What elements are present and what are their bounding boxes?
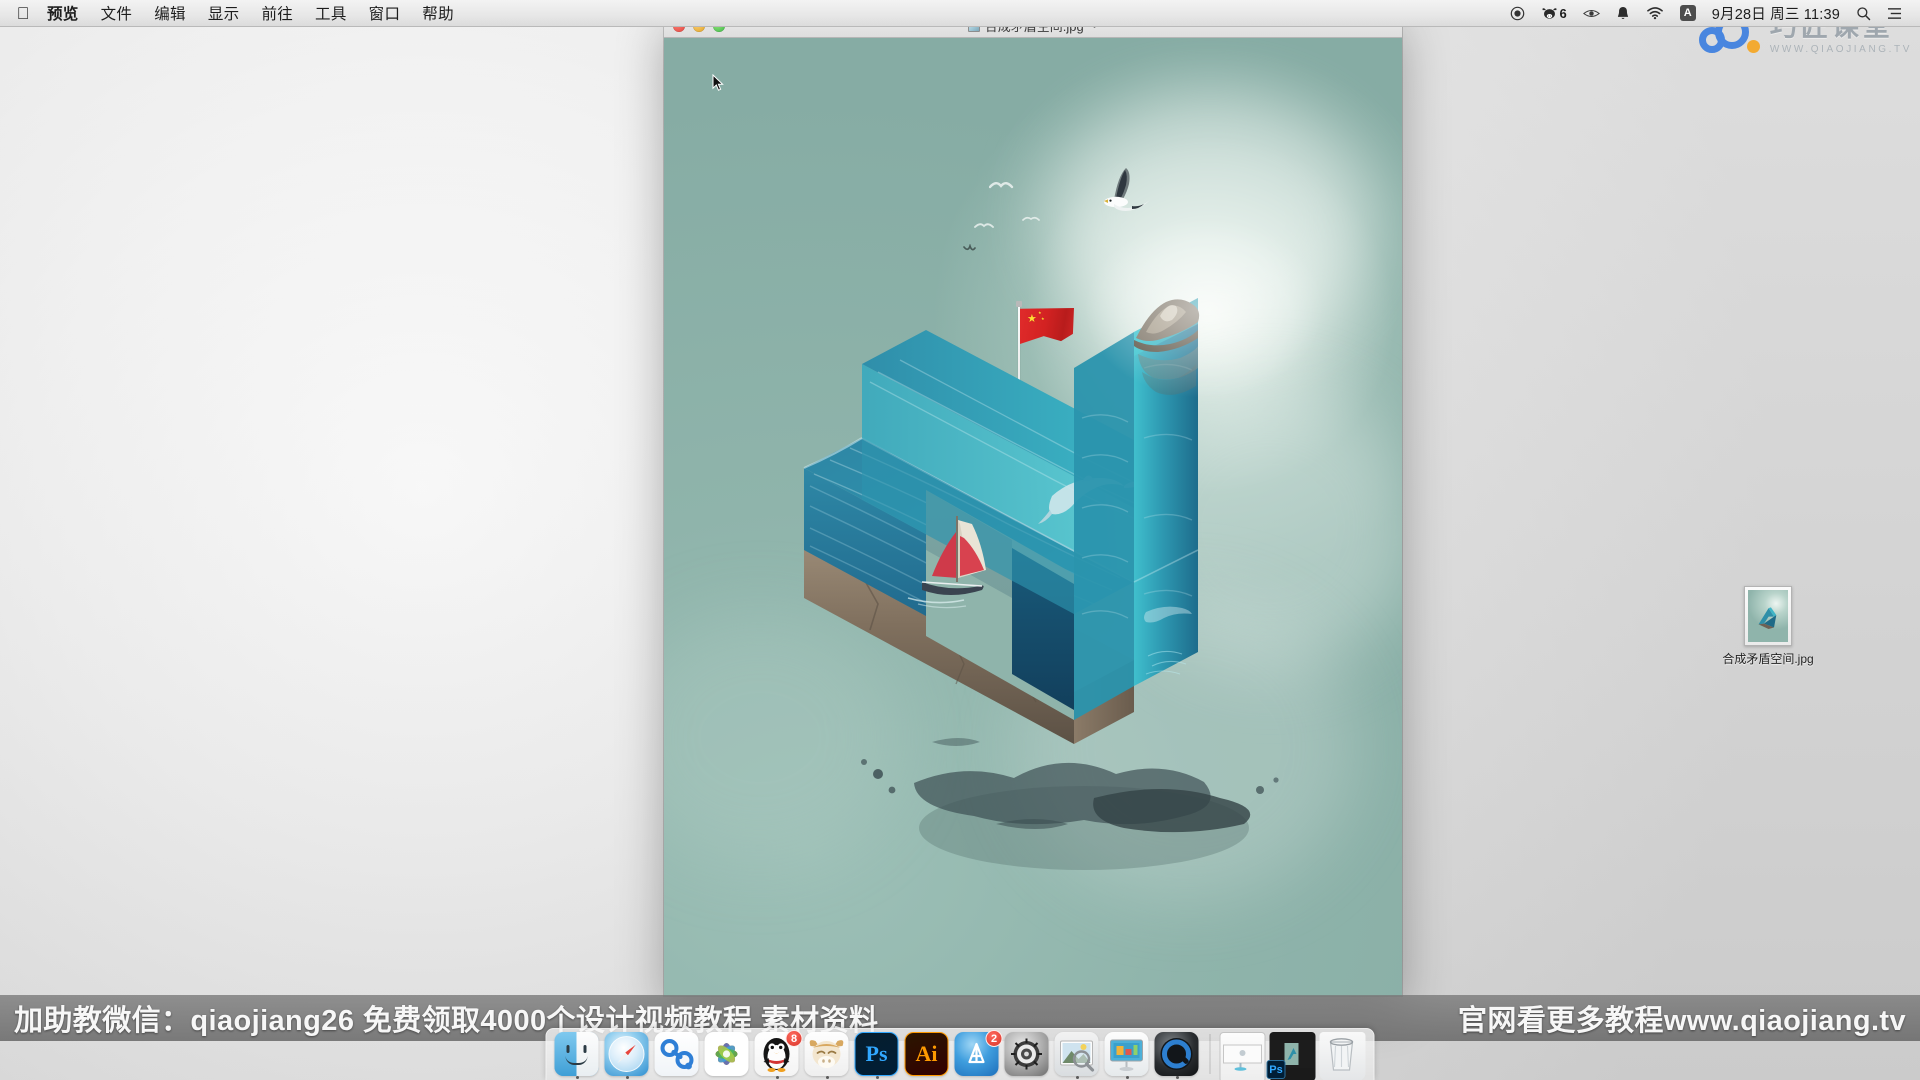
cow-badge-count: 6 [1559,5,1567,21]
running-indicator [576,1076,579,1079]
app-store-badge: 2 [985,1030,1003,1047]
keynote-icon [1104,1032,1149,1076]
dock-item-safari[interactable] [604,1032,651,1079]
running-indicator [626,1076,629,1079]
file-thumbnail [1748,590,1788,642]
menu-bar-left:  预览 文件 编辑 显示 前往 工具 窗口 帮助 [0,0,465,26]
menu-item-go[interactable]: 前往 [250,0,304,26]
menu-item-edit[interactable]: 编辑 [143,0,197,26]
notification-center-icon[interactable] [1879,0,1910,26]
menu-item-window[interactable]: 窗口 [358,0,412,26]
wifi-icon[interactable] [1638,0,1672,26]
running-indicator [1176,1076,1179,1079]
menu-item-tools[interactable]: 工具 [304,0,358,26]
cow-icon[interactable]: 6 [1533,0,1575,26]
dock-item-system-preferences[interactable] [1004,1032,1051,1078]
apple-menu-icon[interactable]:  [10,0,36,26]
dock-item-illustrator[interactable]: Ai [904,1032,951,1078]
preview-window[interactable]: 合成矛盾空间.jpg ⌄ [664,14,1402,996]
cow-app-icon [804,1032,849,1076]
search-icon[interactable] [1848,0,1879,26]
illustrator-icon: Ai [904,1032,949,1076]
safari-icon [604,1032,649,1076]
running-indicator [776,1076,779,1079]
running-indicator [1126,1076,1129,1079]
menu-bar:  预览 文件 编辑 显示 前往 工具 窗口 帮助 6 [0,0,1920,27]
artwork-canvas[interactable]: ★ ★ ★ [664,38,1402,996]
link-app-icon [654,1032,699,1076]
dock-item-quicktime[interactable] [1154,1032,1201,1079]
finder-icon [554,1032,599,1076]
input-method-indicator[interactable]: A [1672,0,1704,26]
input-method-label: A [1679,5,1696,21]
desktop-file-label: 合成矛盾空间.jpg [1722,652,1814,666]
eye-icon[interactable] [1575,0,1608,26]
running-indicator [876,1076,879,1079]
file-thumbnail-frame [1744,586,1792,646]
system-preferences-gear-icon [1004,1032,1049,1076]
bell-icon[interactable] [1608,0,1638,26]
dock-item-finder[interactable] [554,1032,601,1079]
photoshop-badge-icon: Ps [1266,1060,1286,1079]
photoshop-icon: Ps [854,1032,899,1076]
running-indicator [826,1076,829,1079]
dock: 8 Ps Ai 2 Ps [545,1028,1375,1080]
dock-item-photos[interactable] [704,1032,751,1078]
menu-item-help[interactable]: 帮助 [411,0,465,26]
dock-minimized-window[interactable] [1219,1032,1266,1080]
dock-item-preview[interactable] [1054,1032,1101,1079]
finder-face [554,1032,599,1076]
minimized-window-thumbnail [1219,1032,1266,1080]
ink-splatter-shadow [861,738,1279,870]
dock-item-keynote[interactable] [1104,1032,1151,1079]
menu-item-view[interactable]: 显示 [197,0,251,26]
desktop-file-icon[interactable]: 合成矛盾空间.jpg [1720,586,1816,667]
promo-banner-right-text: 官网看更多教程www.qiaojiang.tv [1458,1005,1906,1037]
trash-icon [1319,1032,1366,1080]
thumbnail-artwork [1758,606,1777,629]
preview-app-icon [1054,1032,1099,1076]
dock-item-link-app[interactable] [654,1032,701,1078]
water-column-front [1074,332,1134,720]
dock-item-cow-app[interactable] [804,1032,851,1079]
qq-badge: 8 [785,1030,803,1047]
menu-item-preview[interactable]: 预览 [36,0,90,26]
record-icon[interactable] [1502,0,1533,26]
menu-bar-clock[interactable]: 9月28日 周三 11:39 [1704,0,1848,26]
dock-minimized-ps-document[interactable]: Ps [1266,1032,1316,1080]
running-indicator [1076,1076,1079,1079]
menu-item-file[interactable]: 文件 [90,0,144,26]
dock-item-qq[interactable]: 8 [754,1030,803,1079]
dock-item-app-store[interactable]: 2 [954,1030,1003,1078]
dock-separator [1209,1034,1211,1074]
dock-trash[interactable] [1319,1032,1366,1080]
penrose-water-triangle [803,218,1324,870]
quicktime-icon [1154,1032,1199,1076]
menu-bar-status-area: 6 A 9月28日 周三 11:39 [1502,0,1920,26]
dock-item-photoshop[interactable]: Ps [854,1032,901,1079]
photos-icon [704,1032,749,1076]
